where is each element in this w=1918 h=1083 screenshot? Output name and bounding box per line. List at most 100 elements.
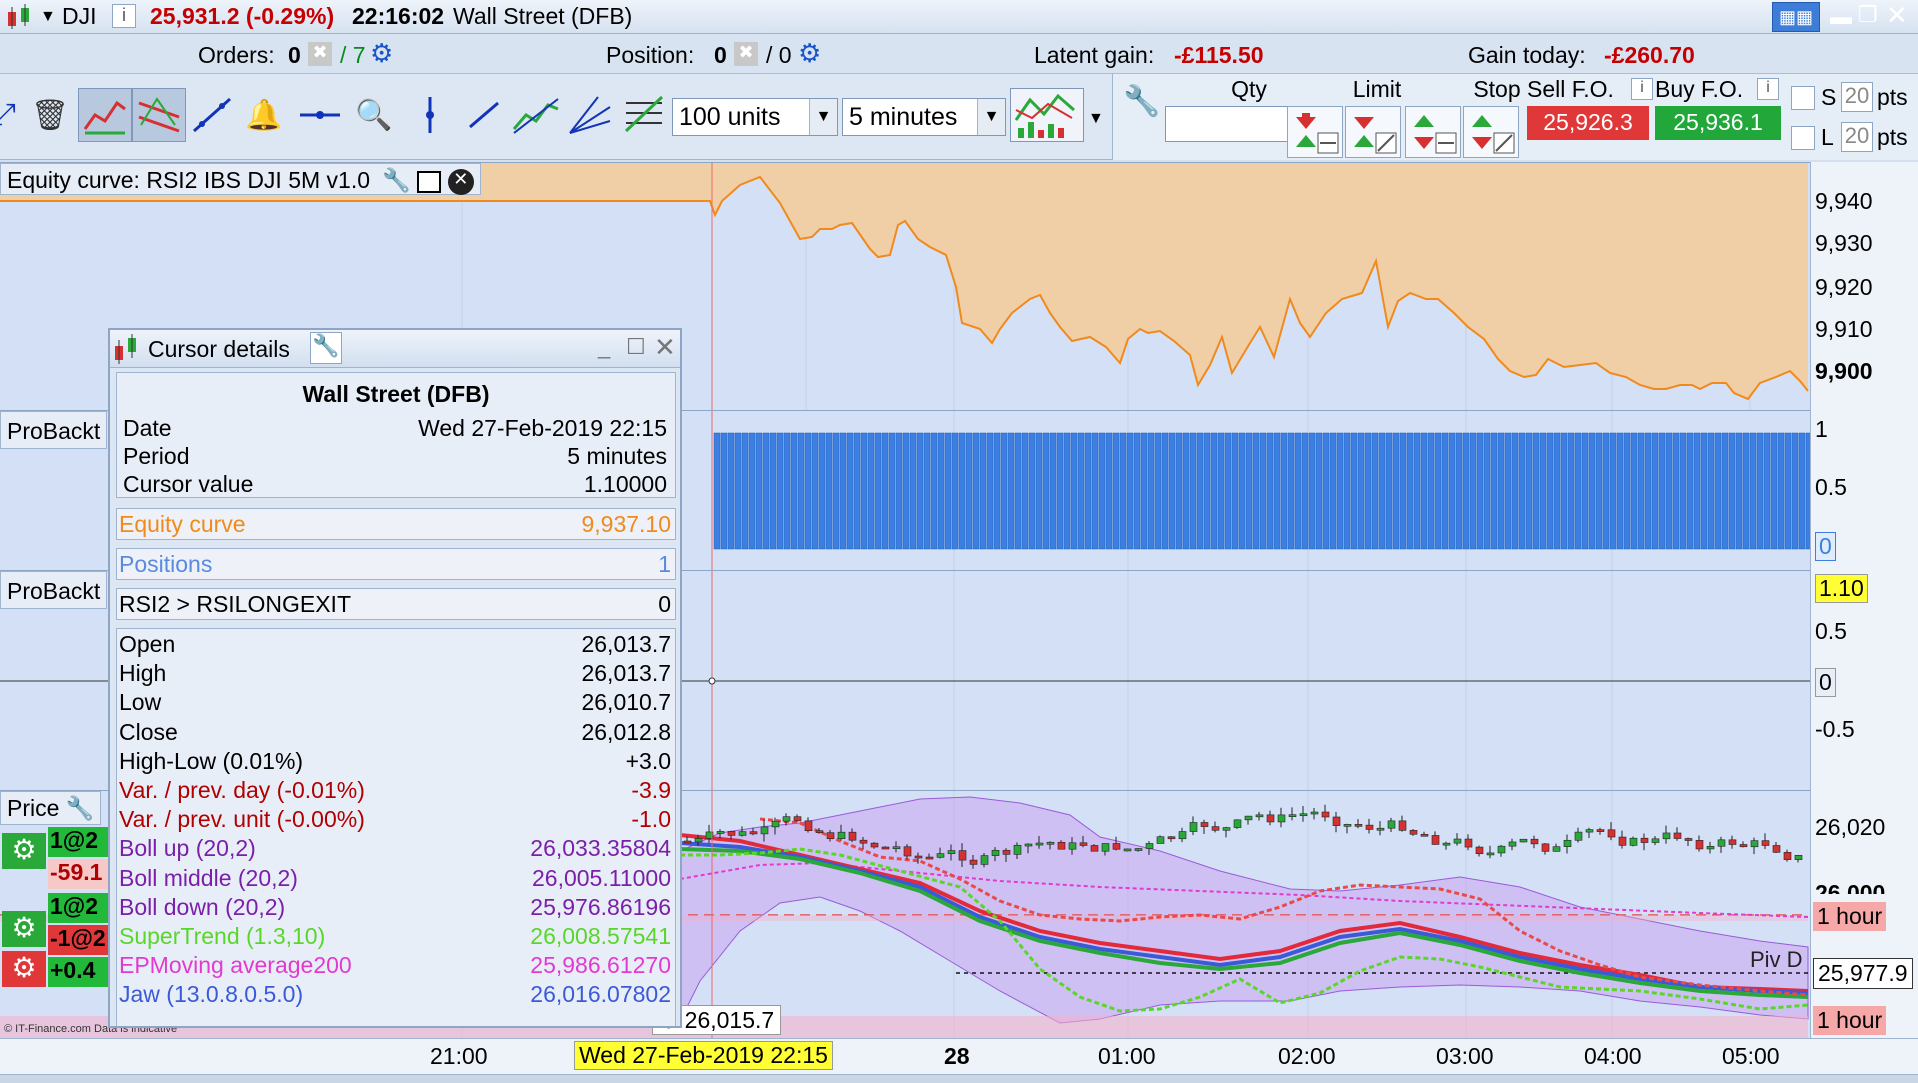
cursor-details-header[interactable]: Cursor details 🔧 _ ☐ ✕ <box>110 330 680 368</box>
line-draw-icon[interactable] <box>188 88 236 142</box>
wrench-icon[interactable]: 🔧 <box>1123 84 1160 119</box>
position-bar <box>1224 432 1232 550</box>
position-bar <box>1707 432 1715 550</box>
trade-tag-3[interactable]: -1@2 <box>48 925 108 955</box>
candle-body <box>727 831 736 836</box>
close-icon[interactable]: ✕ <box>447 168 474 195</box>
info-icon[interactable]: i <box>1757 78 1779 100</box>
maximize-icon[interactable] <box>417 170 442 193</box>
interval-select[interactable]: 5 minutes ▼ <box>842 98 1006 136</box>
candle-body <box>1178 831 1187 840</box>
stop-sell-button[interactable] <box>1405 106 1461 158</box>
fibonacci-icon[interactable] <box>620 88 668 142</box>
limit-checkbox[interactable] <box>1791 126 1815 150</box>
limit-points-input[interactable]: 20 <box>1841 122 1873 152</box>
limit-sell-button[interactable] <box>1287 106 1343 158</box>
limit-buy-button[interactable] <box>1345 106 1401 158</box>
probacktest-panel-title[interactable]: ProBackt <box>0 571 108 609</box>
restore-icon[interactable]: ❐ <box>1858 2 1878 28</box>
wrench-icon[interactable]: 🔧 <box>310 332 342 364</box>
wrench-icon[interactable]: 🔧 <box>66 795 95 821</box>
close-icon[interactable]: ✕ <box>654 332 676 363</box>
wrench-icon[interactable]: 🔧 <box>382 167 411 193</box>
units-select-value: 100 units <box>679 103 781 131</box>
indicators-icon[interactable] <box>1010 88 1084 142</box>
close-position-icon[interactable]: ✖ <box>734 42 758 66</box>
chevron-down-icon[interactable]: ▼ <box>1088 110 1104 128</box>
units-select[interactable]: 100 units ▼ <box>672 98 838 136</box>
trade-tag-2[interactable]: 1@2 <box>48 893 108 923</box>
cursor-details-window[interactable]: Cursor details 🔧 _ ☐ ✕ Wall Street (DFB)… <box>108 328 682 1028</box>
candle-body <box>914 855 923 859</box>
position-bar <box>1133 432 1141 550</box>
candle-body <box>1761 840 1770 846</box>
limit-label: Limit <box>1352 76 1402 102</box>
bottom-scrollbar[interactable] <box>0 1074 1918 1083</box>
gear-icon[interactable]: ⚙ <box>2 833 46 869</box>
channel-icon[interactable] <box>132 88 186 142</box>
candle-body <box>1288 814 1297 817</box>
cancel-orders-icon[interactable]: ✖ <box>308 42 332 66</box>
position-bar <box>1126 432 1134 550</box>
position-bar <box>1525 432 1533 550</box>
candle-body <box>1750 840 1759 848</box>
polyline-icon[interactable] <box>512 88 560 142</box>
position-bar <box>1259 432 1267 550</box>
stop-buy-button[interactable] <box>1463 106 1519 158</box>
minimize-icon[interactable]: _ <box>598 334 610 360</box>
cursor-detail-label: High-Low (0.01%) <box>119 747 304 774</box>
candle-body <box>1420 833 1429 837</box>
trade-tag-1[interactable]: 1@2 <box>48 827 108 857</box>
chevron-down-icon[interactable]: ▼ <box>40 8 56 26</box>
vertical-line-icon[interactable] <box>406 88 454 142</box>
gear-icon[interactable]: ⚙ <box>798 38 821 69</box>
position-bar <box>1770 432 1778 550</box>
fan-icon[interactable] <box>566 88 614 142</box>
info-icon[interactable]: i <box>112 4 136 28</box>
position-bar <box>1371 432 1379 550</box>
price-panel-title[interactable]: Price 🔧 <box>0 791 102 825</box>
date-value: Wed 27-Feb-2019 22:15 <box>418 415 667 441</box>
cursor-details-title: Cursor details <box>148 336 290 362</box>
info-icon[interactable]: i <box>1631 78 1653 100</box>
position-bar <box>1427 432 1435 550</box>
minimize-icon[interactable]: ▬ <box>1830 4 1852 30</box>
keyboard-icon[interactable]: ▦▦ <box>1772 2 1820 32</box>
close-icon[interactable]: ✕ <box>1886 0 1908 31</box>
candle-body <box>1299 813 1308 817</box>
crosshair-arrow-icon[interactable]: ⤢ <box>0 88 28 142</box>
candle-body <box>1211 826 1220 831</box>
probacktest-panel-title[interactable]: ProBackt <box>0 411 108 449</box>
position-bar <box>1112 432 1120 550</box>
position-bar <box>776 432 784 550</box>
positions-value: 1 <box>658 551 671 577</box>
gear-icon[interactable]: ⚙ <box>370 38 393 69</box>
sell-button[interactable]: 25,926.3 <box>1527 106 1649 140</box>
buy-button[interactable]: 25,936.1 <box>1655 106 1781 140</box>
gear-icon[interactable]: ⚙ <box>2 911 46 947</box>
candle-body <box>1409 830 1418 835</box>
candle-body <box>1497 845 1506 854</box>
position-bar <box>965 432 973 550</box>
horizontal-line-icon[interactable] <box>296 88 344 142</box>
candle-body <box>1475 846 1484 855</box>
limit-points-value: 20 <box>1844 123 1870 148</box>
position-bar <box>1196 432 1204 550</box>
maximize-icon[interactable]: ☐ <box>626 334 646 360</box>
alert-bell-icon[interactable]: 🔔 <box>240 88 288 142</box>
segment-icon[interactable] <box>460 88 508 142</box>
symbol-label[interactable]: DJI <box>62 3 97 30</box>
zoom-icon[interactable]: 🔍 <box>350 88 398 142</box>
cursor-detail-row: Boll middle (20,2) 26,005.11000 <box>119 865 671 893</box>
position-value: 0 <box>714 42 727 68</box>
candle-body <box>837 831 846 839</box>
trend-line-icon[interactable] <box>78 88 132 142</box>
chevron-down-icon[interactable]: ▼ <box>809 99 837 135</box>
stop-checkbox[interactable] <box>1791 86 1815 110</box>
chevron-down-icon[interactable]: ▼ <box>977 99 1005 135</box>
trash-icon[interactable]: 🗑 <box>26 88 74 142</box>
gear-icon[interactable]: ⚙ <box>2 951 46 987</box>
equity-panel-title[interactable]: Equity curve: RSI2 IBS DJI 5M v1.0 🔧 ✕ <box>0 163 481 195</box>
stop-points-input[interactable]: 20 <box>1841 82 1873 112</box>
position-bar <box>755 432 763 550</box>
